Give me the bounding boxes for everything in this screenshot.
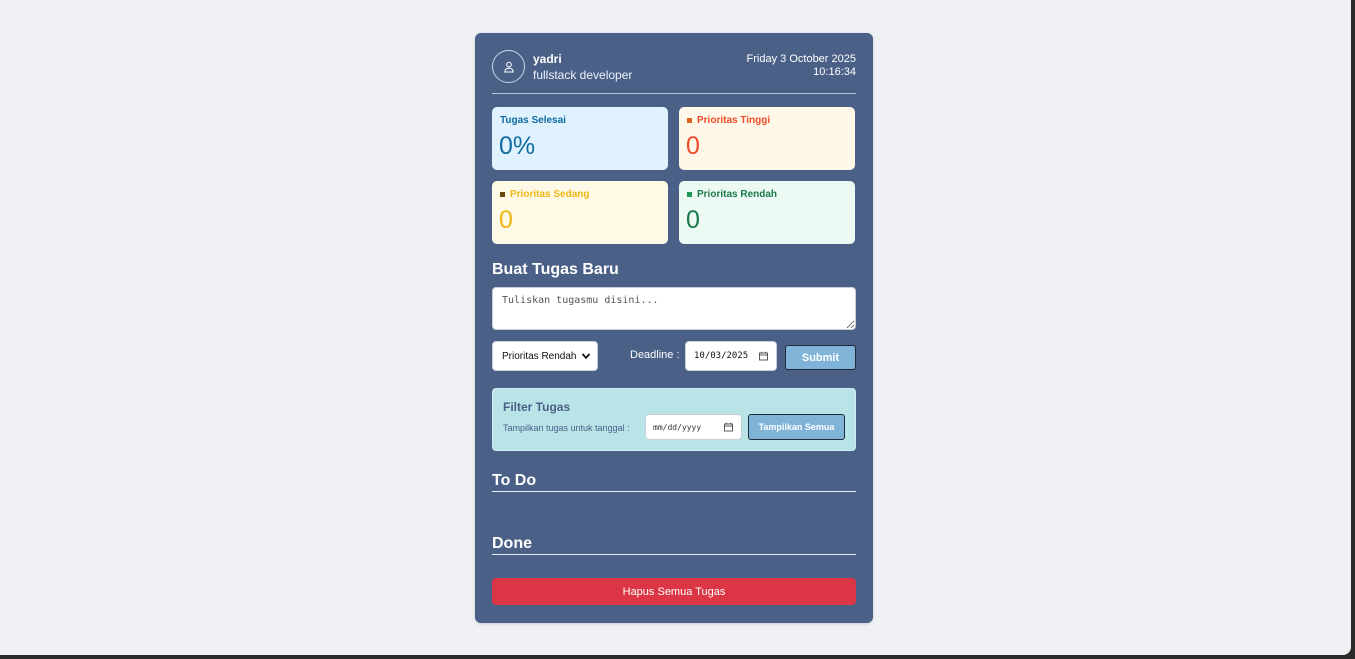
priority-marker-icon xyxy=(687,118,692,123)
filter-date-label: Tampilkan tugas untuk tanggal : xyxy=(503,423,630,433)
user-icon xyxy=(503,61,514,72)
filter-panel: Filter Tugas Tampilkan tugas untuk tangg… xyxy=(492,388,856,451)
deadline-date-value: 10/03/2025 xyxy=(694,351,749,361)
profile-header: yadri fullstack developer Friday 3 Octob… xyxy=(492,50,856,94)
filter-date-input[interactable]: mm/dd/yyyy xyxy=(645,414,742,440)
stat-label: Prioritas Tinggi xyxy=(697,115,771,126)
chevron-down-icon xyxy=(581,353,591,360)
priority-marker-icon xyxy=(500,192,505,197)
user-name: yadri xyxy=(533,52,562,66)
stat-prioritas-tinggi: Prioritas Tinggi 0 xyxy=(679,107,855,170)
stat-value: 0% xyxy=(499,132,536,160)
show-all-button[interactable]: Tampilkan Semua xyxy=(748,414,845,440)
priority-marker-icon xyxy=(687,192,692,197)
current-date: Friday 3 October 2025 xyxy=(746,53,856,65)
page-background: yadri fullstack developer Friday 3 Octob… xyxy=(0,0,1353,657)
stat-label: Tugas Selesai xyxy=(500,115,566,126)
calendar-icon[interactable] xyxy=(724,422,733,432)
stat-label: Prioritas Sedang xyxy=(510,189,590,200)
user-role: fullstack developer xyxy=(533,68,633,82)
filter-date-placeholder: mm/dd/yyyy xyxy=(653,422,702,432)
calendar-icon[interactable] xyxy=(759,351,768,361)
stat-tugas-selesai: Tugas Selesai 0% xyxy=(492,107,668,170)
stat-label: Prioritas Rendah xyxy=(697,189,778,200)
priority-select-value: Prioritas Rendah xyxy=(502,350,577,362)
todo-list-title: To Do xyxy=(492,472,856,492)
deadline-label: Deadline : xyxy=(630,349,680,361)
priority-select[interactable]: Prioritas Rendah xyxy=(492,341,598,371)
done-list-title: Done xyxy=(492,535,856,555)
stat-value: 0 xyxy=(686,132,700,160)
stat-value: 0 xyxy=(686,206,700,234)
submit-button[interactable]: Submit xyxy=(785,345,856,370)
todo-card: yadri fullstack developer Friday 3 Octob… xyxy=(475,33,873,623)
stat-value: 0 xyxy=(499,206,513,234)
avatar xyxy=(492,50,525,83)
filter-title: Filter Tugas xyxy=(503,400,571,414)
deadline-date-input[interactable]: 10/03/2025 xyxy=(685,341,777,371)
stat-prioritas-rendah: Prioritas Rendah 0 xyxy=(679,181,855,244)
delete-all-button[interactable]: Hapus Semua Tugas xyxy=(492,578,856,605)
current-time: 10:16:34 xyxy=(813,66,856,78)
stat-prioritas-sedang: Prioritas Sedang 0 xyxy=(492,181,668,244)
new-task-title: Buat Tugas Baru xyxy=(492,261,619,278)
task-input[interactable] xyxy=(492,287,856,330)
